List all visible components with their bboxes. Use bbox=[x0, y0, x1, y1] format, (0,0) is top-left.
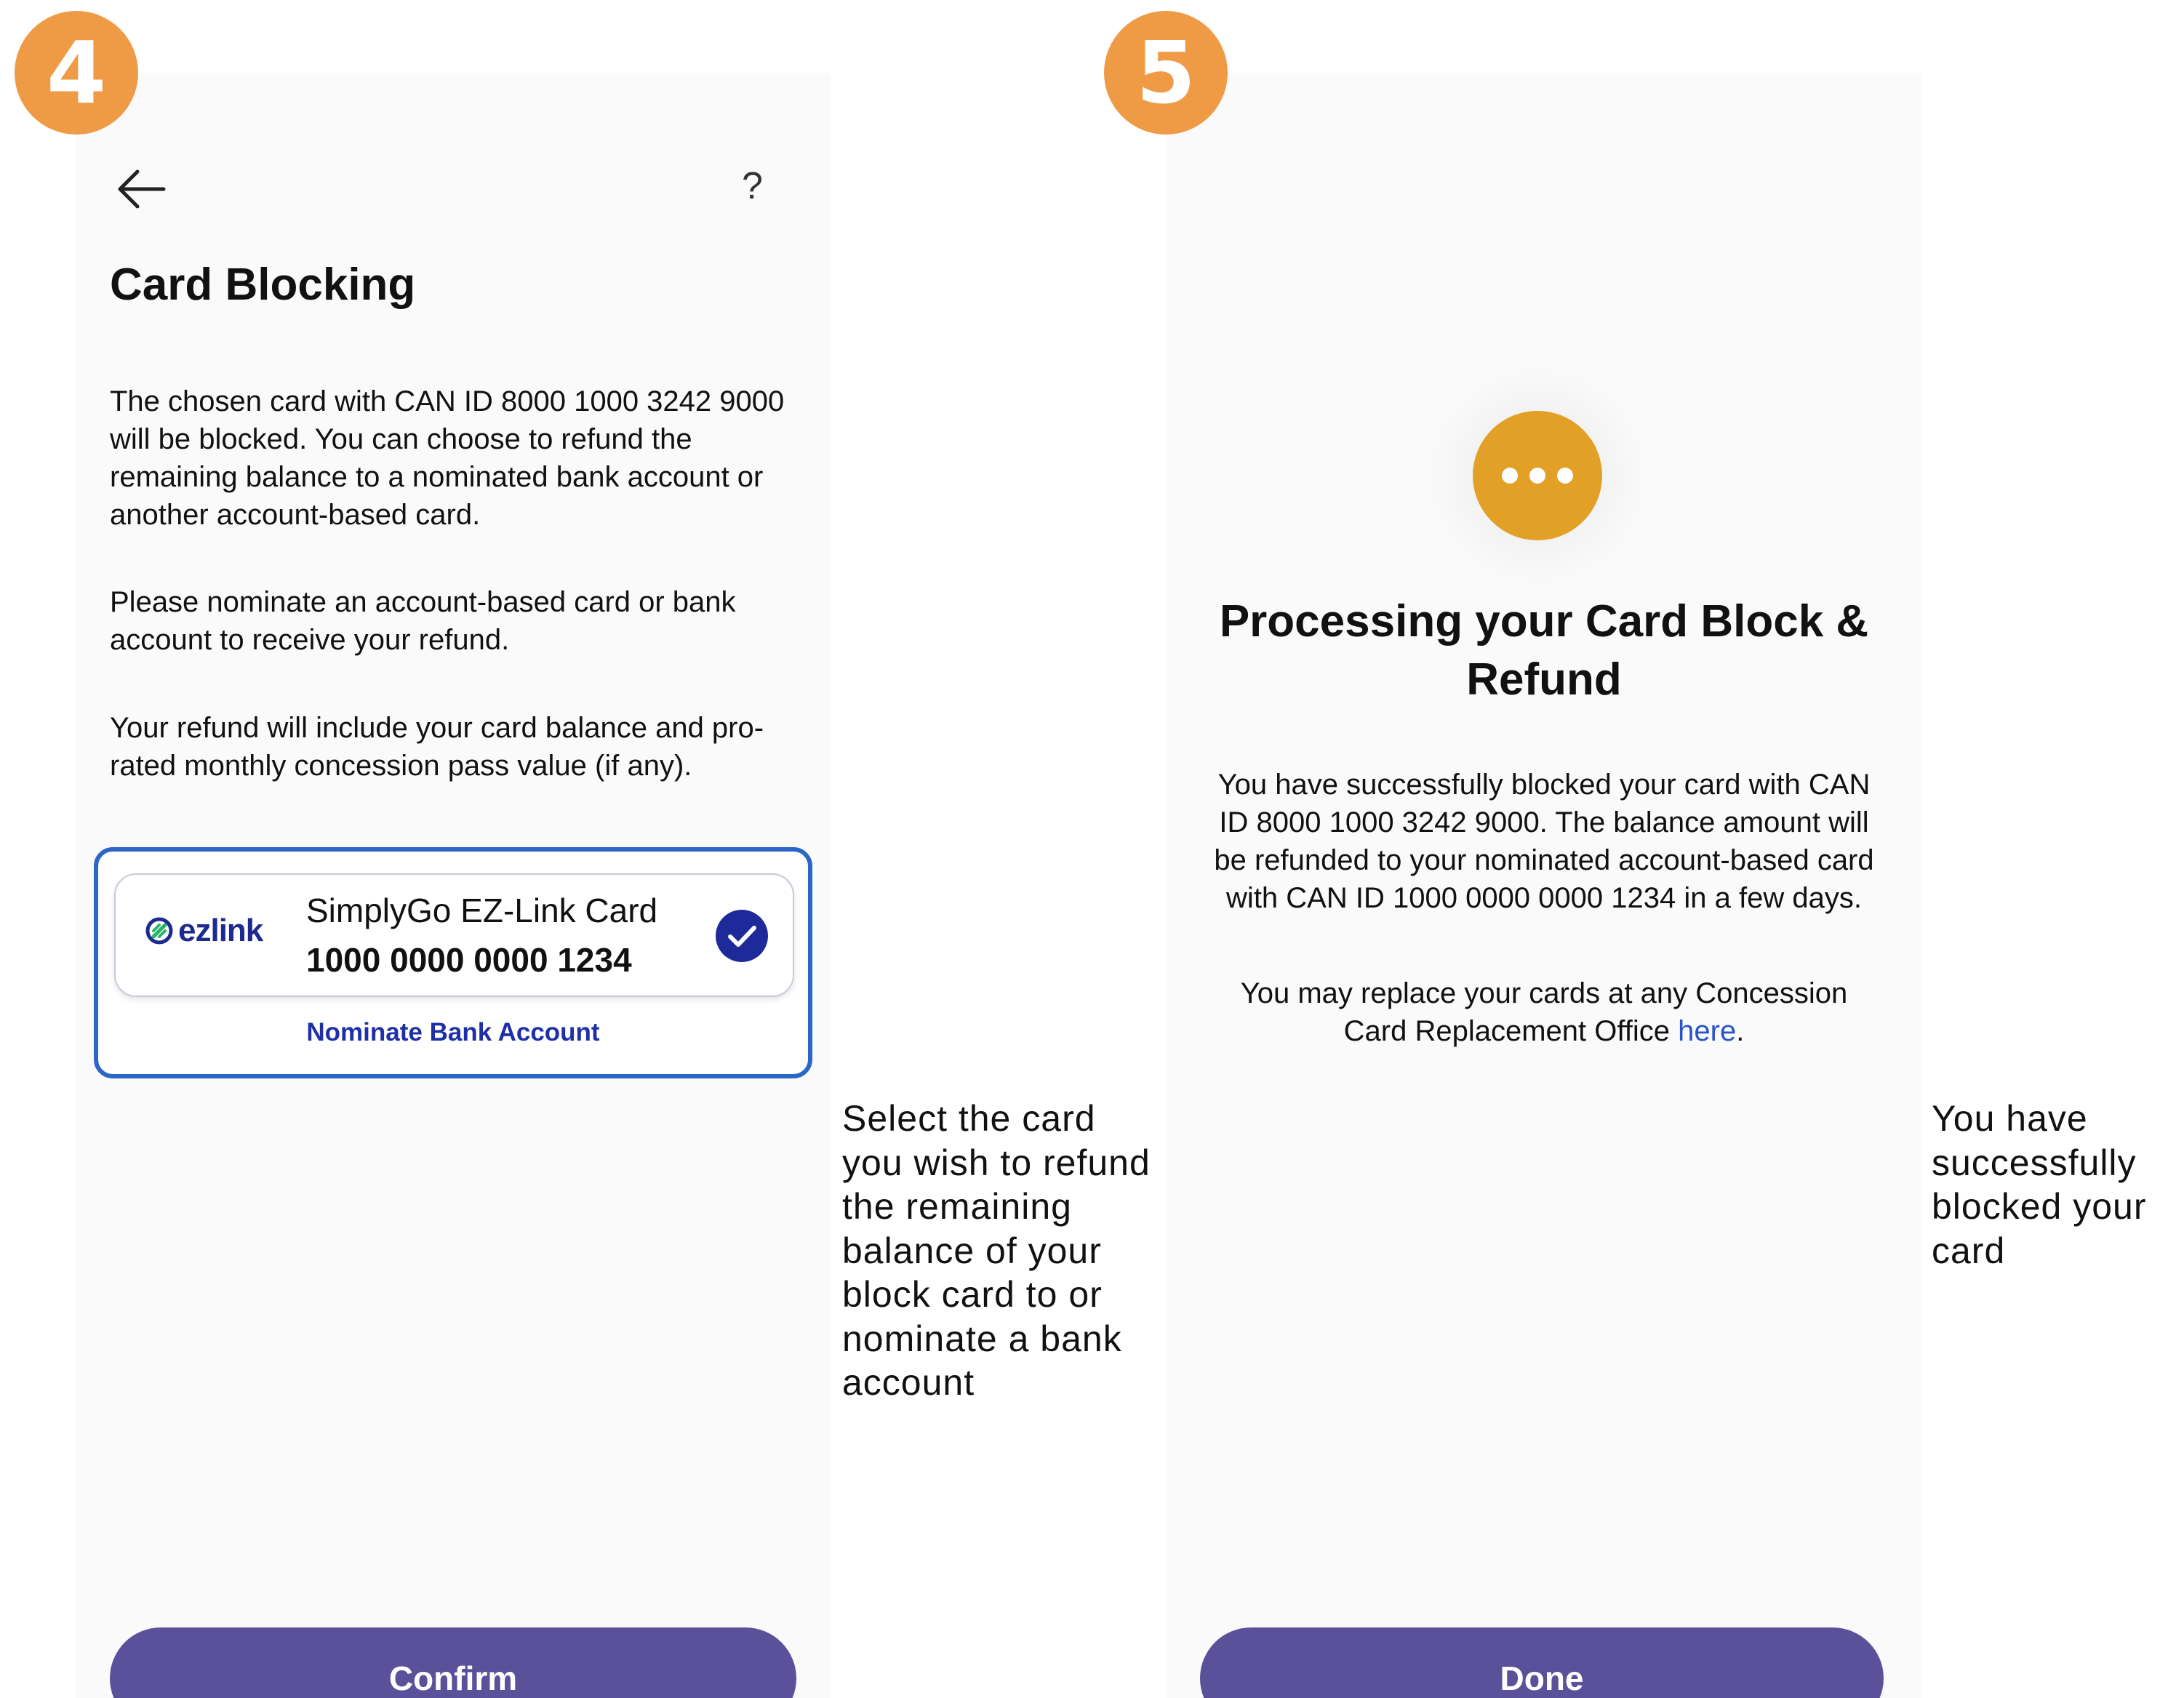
ezlink-logo: ezlink bbox=[145, 915, 263, 947]
nominate-bank-account-link[interactable]: Nominate Bank Account bbox=[98, 1017, 808, 1048]
processing-screen: Processing your Card Block & Refund You … bbox=[1166, 73, 1922, 1698]
refund-info: Your refund will include your card balan… bbox=[110, 712, 764, 782]
step-4-caption: Select the card you wish to refund the r… bbox=[842, 1098, 1151, 1403]
replacement-info: You may replace your cards at any Conces… bbox=[1206, 974, 1882, 1050]
card-number: 1000 0000 0000 1234 bbox=[306, 941, 632, 979]
ezlink-logo-text: ezlink bbox=[178, 913, 263, 948]
step-5-caption: You have successfully blocked your card bbox=[1932, 1098, 2147, 1271]
success-description: You have successfully blocked your card … bbox=[1214, 769, 1874, 914]
arrow-left-icon bbox=[118, 169, 166, 209]
question-mark-icon: ? bbox=[742, 165, 763, 207]
step-4-badge: 4 bbox=[15, 11, 138, 135]
back-button[interactable] bbox=[111, 164, 169, 215]
block-description: The chosen card with CAN ID 8000 1000 32… bbox=[110, 385, 785, 531]
help-button[interactable]: ? bbox=[742, 167, 763, 205]
done-button[interactable]: Done bbox=[1200, 1627, 1884, 1698]
replacement-info-text: You may replace your cards at any Conces… bbox=[1240, 977, 1848, 1047]
step-5-badge: 5 bbox=[1104, 11, 1228, 135]
card-blocking-screen: ? Card Blocking The chosen card with CAN… bbox=[75, 73, 831, 1698]
card-name: SimplyGo EZ-Link Card bbox=[306, 892, 658, 929]
page-title: Card Blocking bbox=[110, 260, 416, 310]
more-horizontal-icon bbox=[1473, 411, 1602, 540]
replacement-info-suffix: . bbox=[1736, 1015, 1745, 1047]
refund-card-option[interactable]: ezlink SimplyGo EZ-Link Card 1000 0000 0… bbox=[114, 873, 794, 997]
check-circle-icon bbox=[716, 910, 768, 962]
processing-title: Processing your Card Block & Refund bbox=[1219, 596, 1869, 705]
confirm-button[interactable]: Confirm bbox=[110, 1627, 796, 1698]
refund-destination-selector: ezlink SimplyGo EZ-Link Card 1000 0000 0… bbox=[94, 847, 812, 1078]
nominate-instruction: Please nominate an account-based card or… bbox=[110, 586, 736, 656]
here-link[interactable]: here bbox=[1678, 1015, 1736, 1047]
ezlink-logo-icon bbox=[145, 917, 173, 945]
